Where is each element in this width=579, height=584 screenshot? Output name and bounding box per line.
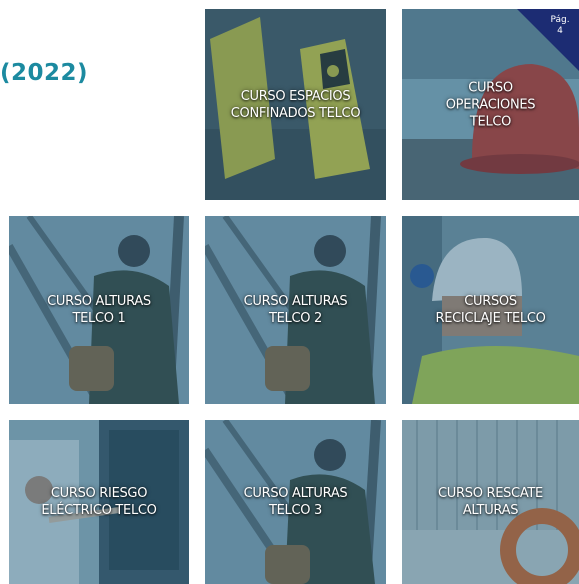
course-card-rescate-alturas[interactable]: CURSO RESCATE ALTURAS: [402, 420, 579, 584]
course-card-alturas-2[interactable]: CURSO ALTURAS TELCO 2: [205, 216, 386, 404]
course-title: CURSO OPERACIONES TELCO: [445, 80, 536, 129]
course-card-operaciones[interactable]: CURSO OPERACIONES TELCO Pág. 4: [402, 9, 579, 200]
course-title: CURSO RIESGO ELÉCTRICO TELCO: [41, 486, 157, 518]
year-heading: (2022): [0, 60, 89, 86]
course-card-espacios-confinados[interactable]: CURSO ESPACIOS CONFINADOS TELCO: [205, 9, 386, 200]
course-card-reciclaje[interactable]: CURSOS RECICLAJE TELCO: [402, 216, 579, 404]
course-title: CURSO RESCATE ALTURAS: [438, 486, 543, 518]
course-title: CURSO ALTURAS TELCO 1: [47, 294, 151, 326]
course-card-alturas-1[interactable]: CURSO ALTURAS TELCO 1: [9, 216, 189, 404]
course-title: CURSO ALTURAS TELCO 3: [243, 486, 348, 518]
page-number: Pág. 4: [550, 15, 570, 36]
course-card-alturas-3[interactable]: CURSO ALTURAS TELCO 3: [205, 420, 386, 584]
course-title: CURSOS RECICLAJE TELCO: [435, 294, 546, 326]
course-card-riesgo-electrico[interactable]: CURSO RIESGO ELÉCTRICO TELCO: [9, 420, 189, 584]
course-title: CURSO ESPACIOS CONFINADOS TELCO: [230, 88, 361, 121]
course-title: CURSO ALTURAS TELCO 2: [243, 294, 348, 326]
